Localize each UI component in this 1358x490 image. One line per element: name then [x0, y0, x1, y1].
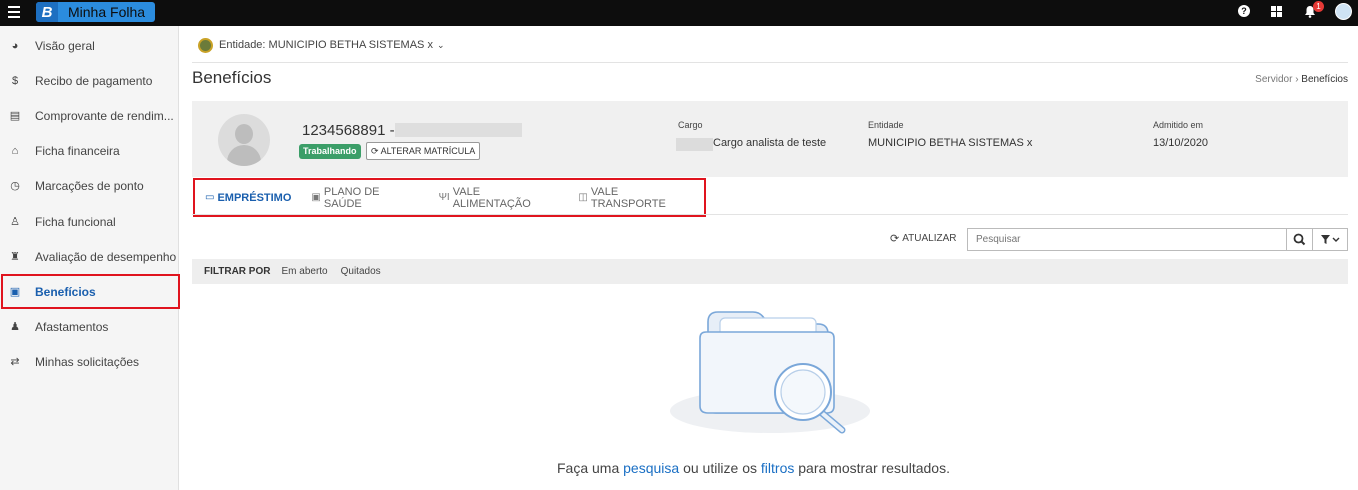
sidebar-item-ficha-financeira[interactable]: ⌂ Ficha financeira [0, 133, 179, 168]
sidebar-item-ficha-funcional[interactable]: ♙ Ficha funcional [0, 204, 179, 239]
admitido-label: Admitido em [1153, 120, 1204, 130]
refresh-icon: ⟳ [371, 146, 379, 156]
medkit-icon: ▣ [311, 192, 321, 203]
sidebar-item-label: Ficha funcional [35, 214, 116, 229]
sidebar-item-avaliacao[interactable]: ♜ Avaliação de desempenho [0, 239, 179, 274]
tab-label: EMPRÉSTIMO [217, 191, 292, 204]
matricula-number: 1234568891 - [302, 122, 395, 139]
sidebar-highlight-box [1, 274, 180, 309]
atualizar-button[interactable]: ⟳ ATUALIZAR [890, 232, 957, 245]
entidade-value: MUNICIPIO BETHA SISTEMAS x [868, 137, 1033, 149]
redacted-cargo [676, 138, 713, 151]
entity-selector[interactable]: Entidade: MUNICIPIO BETHA SISTEMAS x ⌄ [192, 30, 445, 60]
tab-label: VALE TRANSPORTE [590, 185, 666, 210]
sidebar-item-recibo[interactable]: $ Recibo de pagamento [0, 63, 179, 98]
cargo-value: Cargo analista de teste [713, 137, 827, 149]
cargo-label: Cargo [678, 120, 703, 130]
atualizar-label: ATUALIZAR [902, 233, 957, 244]
entity-label: Entidade: MUNICIPIO BETHA SISTEMAS x [219, 39, 433, 51]
bank-icon: ⌂ [11, 144, 19, 157]
status-badge: Trabalhando [299, 144, 361, 159]
admitido-value: 13/10/2020 [1153, 137, 1209, 149]
sidebar-item-label: Comprovante de rendim... [35, 108, 174, 123]
bus-icon: ◫ [578, 192, 588, 203]
search-button[interactable] [1286, 228, 1313, 251]
empty-text: ou utilize os [679, 460, 761, 476]
empty-folder-illustration [670, 311, 870, 434]
filter-em-aberto[interactable]: Em aberto [281, 266, 327, 277]
sidebar-item-visao-geral[interactable]: ◕ Visão geral [0, 28, 179, 63]
profile-card: 1234568891 - Trabalhando ⟳ ALTERAR MATRÍ… [192, 101, 1348, 177]
sidebar-item-label: Avaliação de desempenho [35, 249, 177, 264]
sidebar-item-label: Visão geral [35, 38, 95, 53]
alterar-matricula-button[interactable]: ⟳ ALTERAR MATRÍCULA [366, 142, 481, 160]
filter-quitados[interactable]: Quitados [341, 266, 381, 277]
dollar-icon: $ [11, 74, 19, 87]
pie-chart-icon: ◕ [11, 39, 19, 52]
exchange-icon: ⇄ [10, 356, 20, 368]
filter-label: FILTRAR POR [204, 266, 271, 277]
tab-vale-transporte[interactable]: ◫ VALE TRANSPORTE [578, 186, 694, 210]
benefit-tabs: ▭ EMPRÉSTIMO ▣ PLANO DE SAÚDE ΨΙ VALE AL… [193, 178, 706, 217]
sidebar-item-label: Ficha financeira [35, 143, 120, 158]
alterar-matricula-label: ALTERAR MATRÍCULA [380, 146, 476, 156]
refresh-icon: ⟳ [890, 233, 900, 245]
tab-plano-de-saude[interactable]: ▣ PLANO DE SAÚDE [311, 186, 418, 210]
entity-seal-icon [198, 37, 213, 53]
search-icon [1293, 233, 1306, 246]
filter-icon [1321, 235, 1340, 244]
filter-dropdown-button[interactable] [1312, 228, 1348, 251]
empty-text: Faça uma [557, 460, 624, 476]
sidebar-item-label: Minhas solicitações [35, 354, 140, 369]
cutlery-icon: ΨΙ [438, 192, 450, 203]
profile-avatar [218, 114, 270, 166]
sidebar-item-label: Afastamentos [35, 319, 109, 334]
page-title: Benefícios [192, 68, 272, 87]
sidebar-item-comprovante[interactable]: ▤ Comprovante de rendim... [0, 98, 179, 133]
app-logo: B [36, 2, 58, 22]
divider [192, 214, 1348, 215]
filter-bar: FILTRAR POR Em aberto Quitados [192, 259, 1348, 284]
apps-grid-icon[interactable] [1271, 6, 1282, 17]
breadcrumb-current: Benefícios [1301, 74, 1348, 85]
money-icon: ▭ [205, 192, 215, 203]
tab-label: PLANO DE SAÚDE [323, 185, 380, 210]
filtros-link[interactable]: filtros [761, 460, 794, 476]
tab-vale-alimentacao[interactable]: ΨΙ VALE ALIMENTAÇÃO [439, 186, 559, 210]
empty-text: para mostrar resultados. [794, 460, 950, 476]
document-icon: ▤ [9, 110, 21, 122]
breadcrumb: Servidor › Benefícios [1255, 74, 1348, 85]
sidebar-item-afastamentos[interactable]: ♟ Afastamentos [0, 309, 179, 344]
entidade-label: Entidade [868, 120, 904, 130]
breadcrumb-servidor[interactable]: Servidor [1255, 74, 1292, 85]
user-avatar[interactable] [1335, 3, 1352, 20]
empty-state-message: Faça uma pesquisa ou utilize os filtros … [557, 460, 950, 476]
clock-icon: ◷ [10, 180, 20, 192]
sidebar: ◕ Visão geral $ Recibo de pagamento ▤ Co… [0, 26, 179, 490]
hamburger-menu-icon[interactable] [8, 6, 20, 18]
app-brand[interactable]: B Minha Folha [36, 2, 156, 22]
user-times-icon: ♟ [10, 321, 20, 333]
chevron-down-icon: ⌄ [436, 39, 445, 50]
app-name: Minha Folha [68, 4, 146, 20]
divider [192, 62, 1348, 63]
user-icon: ♙ [10, 216, 20, 228]
redacted-name [395, 123, 522, 137]
sidebar-item-marcacoes[interactable]: ◷ Marcações de ponto [0, 168, 179, 203]
sidebar-item-solicitacoes[interactable]: ⇄ Minhas solicitações [0, 344, 179, 379]
help-icon[interactable]: ? [1238, 5, 1250, 17]
tab-label: VALE ALIMENTAÇÃO [452, 185, 531, 210]
notification-badge: 1 [1313, 1, 1324, 12]
sidebar-item-label: Marcações de ponto [35, 178, 144, 193]
sidebar-item-label: Recibo de pagamento [35, 73, 153, 88]
trophy-icon: ♜ [10, 251, 20, 263]
top-bar: B Minha Folha ? 1 [0, 0, 1358, 26]
pesquisa-link[interactable]: pesquisa [623, 460, 679, 476]
search-input[interactable] [967, 228, 1287, 251]
tab-emprestimo[interactable]: ▭ EMPRÉSTIMO [205, 192, 291, 204]
